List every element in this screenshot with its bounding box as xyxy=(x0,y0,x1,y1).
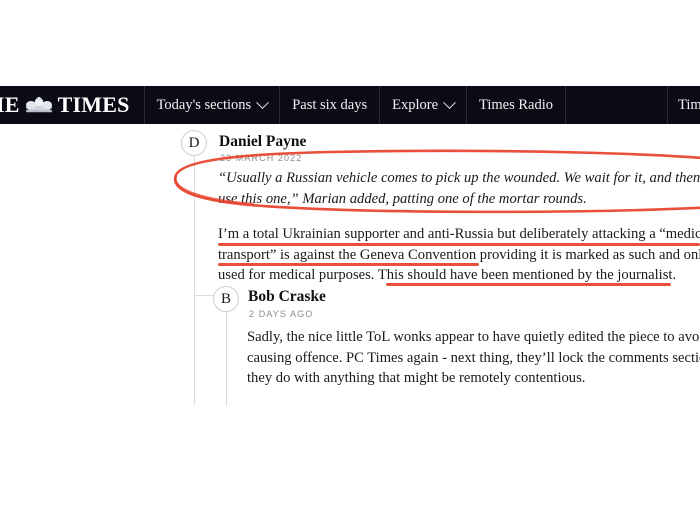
comment-body-paragraph: I’m a total Ukrainian supporter and anti… xyxy=(218,224,700,286)
comment-timestamp: 23 MARCH 2022 xyxy=(220,153,303,163)
comment-line: used for medical purposes. This should h… xyxy=(218,267,677,283)
comment-line: Sadly, the nice little ToL wonks appear … xyxy=(247,329,700,345)
nav-item-label: Today's sections xyxy=(156,96,252,113)
nav-item-truncated-right[interactable]: Time xyxy=(668,86,700,124)
avatar-bob-craske[interactable]: B xyxy=(213,286,239,312)
blank-top-area xyxy=(0,0,700,86)
page-root: IE TIMES Today's sections Past six days xyxy=(0,0,700,505)
comments-thread: D Daniel Payne 23 MARCH 2022 “Usually a … xyxy=(0,124,700,505)
chevron-down-icon xyxy=(443,95,456,109)
nav-item-label: Past six days xyxy=(292,96,368,113)
nav-item-label: Times Radio xyxy=(479,96,554,113)
nav-item-explore[interactable]: Explore xyxy=(380,86,468,124)
comment-author-name[interactable]: Bob Craske xyxy=(248,288,326,306)
thread-line-root xyxy=(194,146,195,306)
nav-item-times-radio[interactable]: Times Radio xyxy=(467,86,567,124)
chevron-down-icon xyxy=(256,95,270,109)
thread-line-root-continued xyxy=(194,295,195,405)
nav-item-label: Time xyxy=(678,96,700,113)
comment-line: I’m a total Ukrainian supporter and anti… xyxy=(218,226,700,242)
site-logo[interactable]: IE TIMES xyxy=(0,86,145,124)
comment-line: causing offence. PC Times again - next t… xyxy=(247,349,700,366)
comment-line: “Usually a Russian vehicle comes to pick… xyxy=(218,170,700,186)
comment-author-name[interactable]: Daniel Payne xyxy=(219,133,306,151)
avatar-initial: B xyxy=(220,290,231,307)
logo-text-left: IE xyxy=(0,92,20,117)
comment-timestamp: 2 DAYS AGO xyxy=(249,309,314,319)
nav-empty-cell xyxy=(566,86,668,124)
avatar-initial: D xyxy=(188,134,200,151)
nav-item-past-six-days[interactable]: Past six days xyxy=(280,86,381,124)
comment-body-quote: “Usually a Russian vehicle comes to pick… xyxy=(218,168,700,209)
nav-item-label: Explore xyxy=(392,96,439,113)
nav-item-todays-sections[interactable]: Today's sections xyxy=(145,86,281,124)
avatar-daniel-payne[interactable]: D xyxy=(181,130,207,156)
comment-line: transport” is against the Geneva Convent… xyxy=(218,246,700,263)
logo-text-right: TIMES xyxy=(57,92,130,117)
comment-body-paragraph: Sadly, the nice little ToL wonks appear … xyxy=(247,327,700,389)
site-navigation-bar: IE TIMES Today's sections Past six days xyxy=(0,86,700,124)
comment-line: they do with anything that might be remo… xyxy=(247,370,586,386)
thread-line-reply xyxy=(226,312,227,406)
lion-crest-icon xyxy=(24,95,54,115)
comment-line: use this one,” Marian added, patting one… xyxy=(218,190,587,207)
